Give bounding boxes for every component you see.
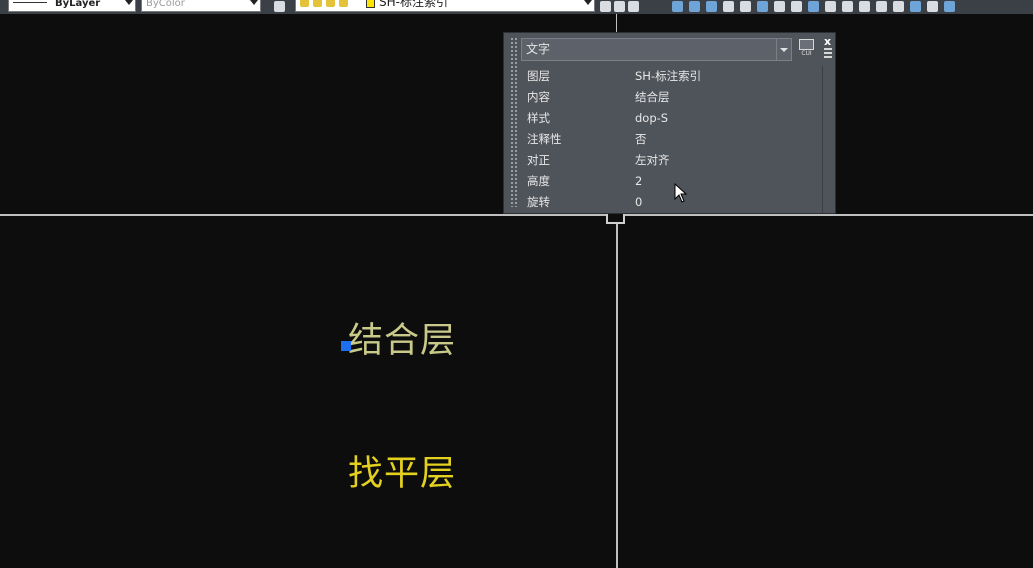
property-list: 图层 SH-标注索引 内容 结合层 样式 dop-S 注释性 否 对正 左对齐 … (521, 66, 821, 213)
property-row-annotative[interactable]: 注释性 否 (521, 129, 821, 150)
line-icon[interactable] (672, 1, 683, 12)
cad-text-combined-layer[interactable]: 结合层 (348, 312, 456, 363)
properties-toolbar: ByLayer ByColor SH-标注索引 (0, 0, 1033, 14)
ellipse-icon[interactable] (825, 1, 836, 12)
layer-state-icons (300, 0, 348, 7)
draw-tools (672, 0, 955, 14)
viewport-divider-vertical (616, 216, 618, 568)
property-row-justify[interactable]: 对正 左对齐 (521, 150, 821, 171)
lightbulb-icon[interactable] (300, 0, 309, 7)
viewport-freeze-icon[interactable] (326, 0, 335, 7)
revision-cloud-icon[interactable] (791, 1, 802, 12)
point-icon[interactable] (893, 1, 904, 12)
property-key: 样式 (527, 111, 550, 125)
cui-icon (799, 39, 814, 50)
chevron-down-icon (125, 0, 133, 5)
quick-properties-panel: 文字 CUI x 图层 SH-标注索引 内容 结合层 样式 dop-S 注释性 … (503, 32, 836, 214)
layer-tools (600, 0, 639, 14)
layer-color-swatch (366, 0, 375, 8)
property-key: 图层 (527, 69, 550, 83)
layer-state-icon[interactable] (628, 1, 639, 12)
region-icon[interactable] (944, 1, 955, 12)
color-value: ByColor (146, 0, 185, 9)
polyline-icon[interactable] (706, 1, 717, 12)
property-key: 注释性 (527, 132, 562, 146)
layer-dropdown[interactable]: SH-标注索引 (295, 0, 595, 12)
property-value[interactable]: 否 (635, 129, 647, 150)
customize-cui-button[interactable]: CUI (799, 39, 815, 57)
property-key: 对正 (527, 153, 550, 167)
make-current-icon[interactable] (600, 1, 611, 12)
object-type-value: 文字 (526, 42, 551, 56)
chevron-down-icon[interactable] (776, 39, 791, 60)
linetype-dropdown[interactable]: ByLayer (8, 0, 136, 12)
property-row-rotation[interactable]: 旋转 0 (521, 192, 821, 213)
cad-text-leveling-layer[interactable]: 找平层 (348, 445, 456, 496)
gradient-icon[interactable] (927, 1, 938, 12)
options-menu-icon[interactable] (824, 48, 832, 60)
layer-icons-left (274, 0, 285, 14)
layer-previous-icon[interactable] (614, 1, 625, 12)
rectangle-icon[interactable] (740, 1, 751, 12)
ellipse-arc-icon[interactable] (842, 1, 853, 12)
property-key: 高度 (527, 174, 550, 188)
property-value[interactable]: SH-标注索引 (635, 66, 701, 87)
line-sample (13, 2, 47, 3)
property-row-contents[interactable]: 内容 结合层 (521, 87, 821, 108)
panel-scrollbar[interactable] (822, 66, 823, 213)
spline-icon[interactable] (808, 1, 819, 12)
circle-icon[interactable] (774, 1, 785, 12)
object-type-dropdown[interactable]: 文字 (521, 38, 792, 61)
property-key: 旋转 (527, 195, 550, 209)
property-value[interactable]: dop-S (635, 108, 668, 129)
construction-line-icon[interactable] (689, 1, 700, 12)
text-insertion-grip[interactable] (341, 341, 351, 351)
property-row-height[interactable]: 高度 2 (521, 171, 821, 192)
property-row-style[interactable]: 样式 dop-S (521, 108, 821, 129)
lock-icon[interactable] (339, 0, 348, 7)
close-icon[interactable]: x (824, 36, 831, 47)
cui-label: CUI (801, 50, 812, 57)
arc-icon[interactable] (757, 1, 768, 12)
linetype-value: ByLayer (55, 0, 101, 9)
sun-icon[interactable] (313, 0, 322, 7)
mouse-pointer-icon (674, 183, 688, 203)
chevron-down-icon (584, 0, 592, 5)
property-value[interactable]: 0 (635, 192, 642, 213)
property-value[interactable]: 左对齐 (635, 150, 670, 171)
drag-handle[interactable] (510, 37, 518, 207)
make-block-icon[interactable] (876, 1, 887, 12)
property-row-layer[interactable]: 图层 SH-标注索引 (521, 66, 821, 87)
color-dropdown[interactable]: ByColor (141, 0, 261, 12)
viewport-divider-horizontal (0, 214, 1033, 216)
layer-value: SH-标注索引 (379, 0, 448, 9)
layer-properties-icon[interactable] (274, 1, 285, 12)
polygon-icon[interactable] (723, 1, 734, 12)
property-value[interactable]: 2 (635, 171, 642, 192)
hatch-icon[interactable] (910, 1, 921, 12)
insert-block-icon[interactable] (859, 1, 870, 12)
chevron-down-icon (250, 0, 258, 5)
property-key: 内容 (527, 90, 550, 104)
property-value[interactable]: 结合层 (635, 87, 670, 108)
